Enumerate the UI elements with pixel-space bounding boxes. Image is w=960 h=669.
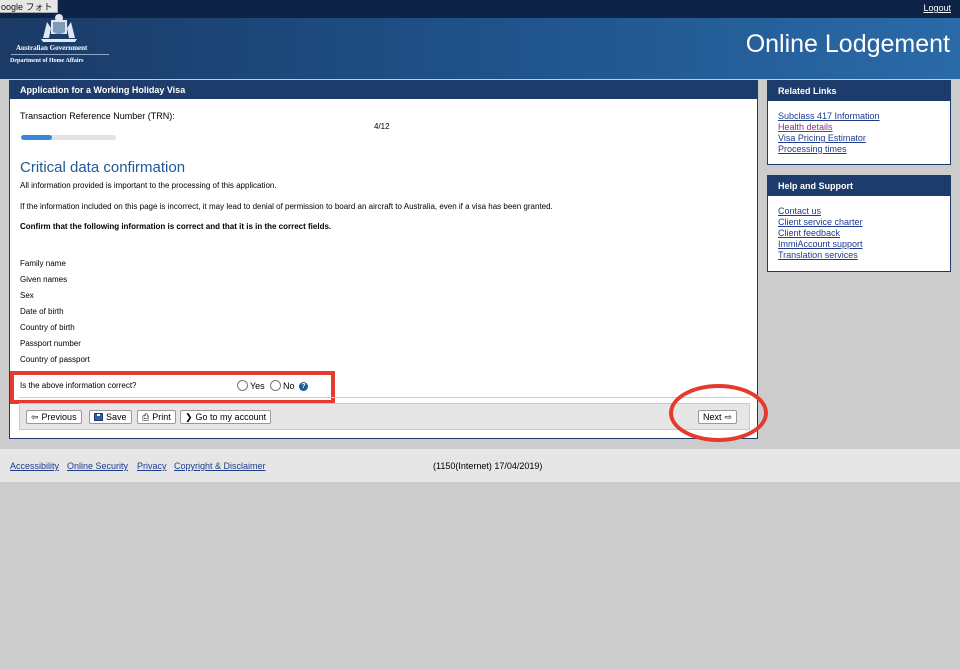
save-label: Save [106, 412, 127, 422]
footer-accessibility[interactable]: Accessibility [10, 461, 59, 471]
save-button[interactable]: Save [89, 410, 132, 424]
trn-label: Transaction Reference Number (TRN): [20, 111, 175, 121]
link-contact-us[interactable]: Contact us [778, 206, 950, 217]
yes-radio-group[interactable]: Yes [237, 380, 265, 391]
yes-label: Yes [250, 380, 265, 391]
help-support-title: Help and Support [768, 176, 950, 196]
step-indicator: 4/12 [374, 122, 390, 131]
save-icon [94, 413, 103, 421]
page-heading: Critical data confirmation [20, 159, 186, 176]
next-highlight-circle [669, 384, 768, 442]
field-passport-number: Passport number [20, 339, 81, 348]
site-footer: Accessibility Online Security Privacy Co… [0, 449, 960, 482]
department-name: Department of Home Affairs [10, 58, 84, 64]
link-immiaccount-support[interactable]: ImmiAccount support [778, 239, 950, 250]
footer-copyright[interactable]: Copyright & Disclaimer [174, 461, 266, 471]
site-header: oogle フォト Logout Australian Government D… [0, 0, 960, 79]
coat-of-arms-icon [41, 14, 77, 42]
print-button[interactable]: ⎙ Print [137, 410, 176, 424]
navigation-toolbar: ⇦ Previous Save ⎙ Print ❯ Go to my accou… [19, 403, 750, 430]
related-links-title: Related Links [768, 81, 950, 101]
footer-online-security[interactable]: Online Security [67, 461, 128, 471]
link-subclass-417[interactable]: Subclass 417 Information [778, 111, 950, 122]
arrow-left-icon: ⇦ [31, 412, 39, 422]
yes-radio[interactable] [237, 380, 248, 391]
field-date-of-birth: Date of birth [20, 307, 64, 316]
footer-privacy[interactable]: Privacy [137, 461, 167, 471]
link-service-charter[interactable]: Client service charter [778, 217, 950, 228]
link-client-feedback[interactable]: Client feedback [778, 228, 950, 239]
intro-text: All information provided is important to… [20, 181, 277, 190]
link-health-details[interactable]: Health details [778, 122, 950, 133]
progress-fill [21, 135, 53, 140]
no-radio[interactable] [270, 380, 281, 391]
gov-divider [11, 54, 109, 55]
link-visa-pricing[interactable]: Visa Pricing Estimator [778, 133, 950, 144]
field-given-names: Given names [20, 275, 68, 284]
field-family-name: Family name [20, 259, 66, 268]
version-info: (1150(Internet) 17/04/2019) [433, 461, 543, 471]
logout-link[interactable]: Logout [923, 3, 951, 13]
related-links-panel: Related Links Subclass 417 Information H… [767, 80, 951, 165]
go-to-account-button[interactable]: ❯ Go to my account [180, 410, 272, 424]
divider [19, 397, 750, 398]
progress-bar [21, 135, 116, 140]
print-icon: ⎙ [142, 412, 150, 422]
application-panel: Application for a Working Holiday Visa T… [9, 80, 768, 442]
warning-text: If the information included on this page… [20, 202, 553, 211]
link-processing-times[interactable]: Processing times [778, 144, 950, 155]
field-country-of-passport: Country of passport [20, 355, 90, 364]
field-country-of-birth: Country of birth [20, 323, 75, 332]
help-support-panel: Help and Support Contact us Client servi… [767, 175, 951, 272]
print-label: Print [152, 412, 171, 422]
no-label: No [283, 380, 295, 391]
chevron-right-icon: ❯ [185, 412, 193, 422]
panel-title: Application for a Working Holiday Visa [10, 81, 757, 99]
no-radio-group[interactable]: No [270, 380, 295, 391]
gov-name: Australian Government [16, 44, 88, 52]
confirmation-question: Is the above information correct? [20, 381, 137, 390]
link-translation-services[interactable]: Translation services [778, 250, 950, 261]
instruction-text: Confirm that the following information i… [20, 222, 332, 231]
account-label: Go to my account [195, 412, 267, 422]
field-sex: Sex [20, 291, 34, 300]
help-icon[interactable]: ? [299, 382, 308, 391]
site-title: Online Lodgement [745, 30, 950, 58]
previous-button[interactable]: ⇦ Previous [26, 410, 82, 424]
top-strip [0, 0, 960, 18]
previous-label: Previous [41, 412, 77, 422]
